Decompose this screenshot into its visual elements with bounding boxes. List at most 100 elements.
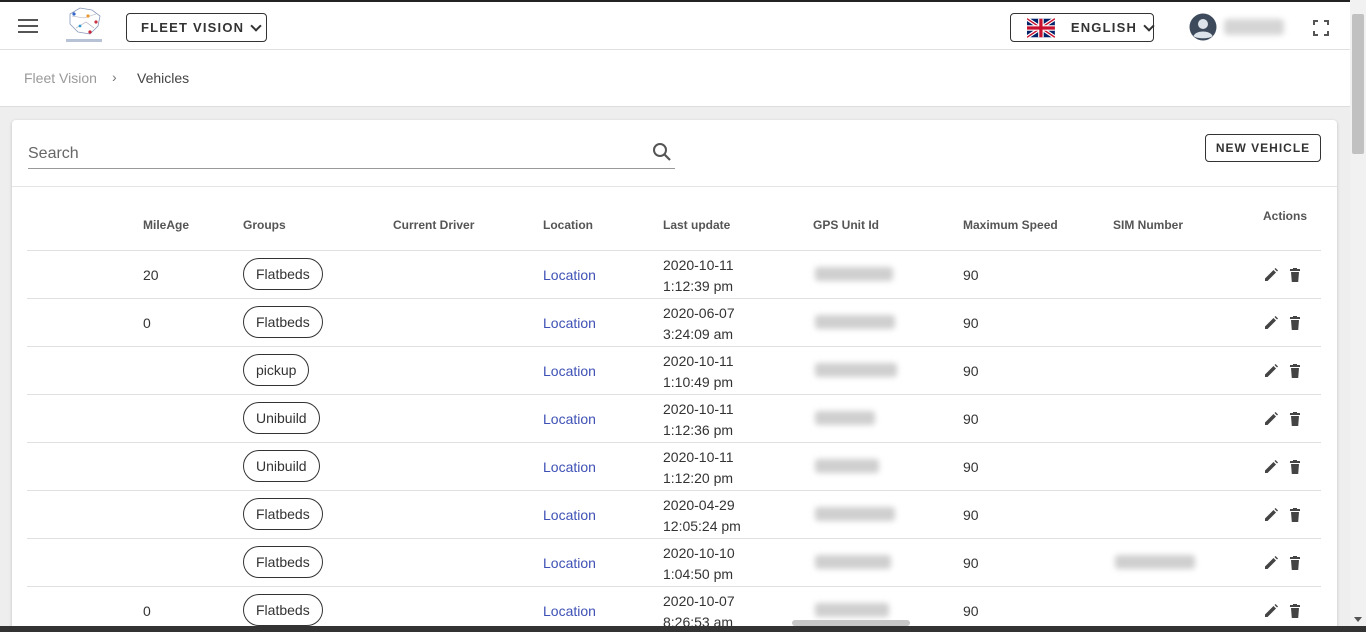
user-avatar-icon[interactable]: [1189, 13, 1217, 41]
column-header-actions: Actions: [1263, 209, 1308, 223]
column-header-gps-unit-id[interactable]: GPS Unit Id: [813, 218, 879, 232]
last-update-date: 2020-10-07: [663, 593, 735, 609]
max-speed-cell: 90: [963, 459, 979, 475]
mileage-cell: 20: [143, 267, 159, 283]
search-icon[interactable]: [652, 142, 672, 162]
group-chip[interactable]: Flatbeds: [243, 498, 323, 530]
delete-icon[interactable]: [1288, 604, 1302, 618]
fullscreen-icon[interactable]: [1313, 20, 1329, 36]
scroll-down-icon[interactable]: [1354, 617, 1362, 622]
column-header-mileage[interactable]: MileAge: [143, 218, 189, 232]
location-link[interactable]: Location: [543, 555, 596, 571]
edit-icon[interactable]: [1264, 364, 1278, 378]
gps-unit-id-redacted: [815, 603, 889, 617]
breadcrumb-current: Vehicles: [137, 70, 190, 86]
last-update-date: 2020-04-29: [663, 497, 735, 513]
last-update-date: 2020-10-10: [663, 545, 735, 561]
location-link[interactable]: Location: [543, 459, 596, 475]
last-update-time: 1:04:50 pm: [663, 566, 734, 582]
delete-icon[interactable]: [1288, 508, 1302, 522]
group-chip[interactable]: Unibuild: [243, 402, 320, 434]
last-update-cell: 2020-10-11 1:10:49 pm: [663, 351, 734, 393]
edit-icon[interactable]: [1264, 556, 1278, 570]
edit-icon[interactable]: [1264, 412, 1278, 426]
edit-icon[interactable]: [1264, 268, 1278, 282]
location-link[interactable]: Location: [543, 507, 596, 523]
group-chip[interactable]: Flatbeds: [243, 306, 323, 338]
table-row[interactable]: 20 Flatbeds Location 2020-10-11 1:12:39 p…: [27, 251, 1321, 299]
vertical-scrollbar[interactable]: [1350, 0, 1366, 632]
new-vehicle-button[interactable]: NEW VEHICLE: [1205, 134, 1321, 162]
table-row[interactable]: 0 Flatbeds Location 2020-06-07 3:24:09 am…: [27, 299, 1321, 347]
table-row[interactable]: Flatbeds Location 2020-10-10 1:04:50 pm 9…: [27, 539, 1321, 587]
location-link[interactable]: Location: [543, 267, 596, 283]
last-update-date: 2020-10-11: [663, 257, 734, 273]
user-name-redacted: [1224, 19, 1284, 35]
column-header-groups[interactable]: Groups: [243, 218, 286, 232]
divider: [12, 186, 1337, 187]
language-label: ENGLISH: [1070, 20, 1138, 35]
scrollbar-thumb[interactable]: [792, 620, 910, 626]
location-link[interactable]: Location: [543, 363, 596, 379]
gps-unit-id-redacted: [815, 411, 875, 425]
table-row[interactable]: Flatbeds Location 2020-04-29 12:05:24 pm …: [27, 491, 1321, 539]
last-update-time: 3:24:09 am: [663, 326, 734, 342]
language-selector-button[interactable]: ENGLISH: [1010, 13, 1155, 42]
last-update-time: 1:12:39 pm: [663, 278, 734, 294]
last-update-time: 12:05:24 pm: [663, 518, 741, 534]
delete-icon[interactable]: [1288, 460, 1302, 474]
chevron-down-icon: [1143, 19, 1155, 32]
breadcrumb-root-link[interactable]: Fleet Vision: [24, 70, 97, 86]
gps-unit-id-redacted: [815, 267, 893, 281]
gps-unit-id-redacted: [815, 459, 879, 473]
last-update-time: 1:10:49 pm: [663, 374, 734, 390]
max-speed-cell: 90: [963, 267, 979, 283]
vehicles-card: NEW VEHICLE MileAge Groups Current Drive…: [12, 120, 1337, 632]
last-update-date: 2020-10-11: [663, 449, 734, 465]
edit-icon[interactable]: [1264, 316, 1278, 330]
max-speed-cell: 90: [963, 555, 979, 571]
scrollbar-thumb[interactable]: [1352, 14, 1364, 154]
column-header-current-driver[interactable]: Current Driver: [393, 218, 474, 232]
last-update-date: 2020-10-11: [663, 353, 734, 369]
uk-flag-icon: [1027, 17, 1055, 38]
gps-unit-id-redacted: [815, 555, 891, 569]
column-header-maximum-speed[interactable]: Maximum Speed: [963, 218, 1058, 232]
delete-icon[interactable]: [1288, 268, 1302, 282]
max-speed-cell: 90: [963, 411, 979, 427]
location-link[interactable]: Location: [543, 315, 596, 331]
fleet-selector-label: FLEET VISION: [141, 20, 245, 35]
company-logo: [66, 7, 102, 42]
breadcrumb: Fleet Vision › Vehicles: [0, 50, 1350, 107]
fleet-selector-button[interactable]: FLEET VISION: [126, 13, 267, 42]
max-speed-cell: 90: [963, 315, 979, 331]
edit-icon[interactable]: [1264, 508, 1278, 522]
group-chip[interactable]: pickup: [243, 354, 310, 386]
horizontal-scrollbar[interactable]: [0, 620, 1366, 632]
column-header-location[interactable]: Location: [543, 218, 593, 232]
app-bar: FLEET VISION ENGLISH: [0, 0, 1350, 50]
delete-icon[interactable]: [1288, 556, 1302, 570]
menu-icon[interactable]: [18, 19, 38, 33]
table-row[interactable]: pickup Location 2020-10-11 1:10:49 pm 90: [27, 347, 1321, 395]
location-link[interactable]: Location: [543, 603, 596, 619]
location-link[interactable]: Location: [543, 411, 596, 427]
group-chip[interactable]: Flatbeds: [243, 546, 323, 578]
table-row[interactable]: Unibuild Location 2020-10-11 1:12:20 pm 9…: [27, 443, 1321, 491]
edit-icon[interactable]: [1264, 604, 1278, 618]
delete-icon[interactable]: [1288, 412, 1302, 426]
gps-unit-id-redacted: [815, 315, 895, 329]
max-speed-cell: 90: [963, 603, 979, 619]
delete-icon[interactable]: [1288, 364, 1302, 378]
table-row[interactable]: Unibuild Location 2020-10-11 1:12:36 pm 9…: [27, 395, 1321, 443]
group-chip[interactable]: Unibuild: [243, 450, 320, 482]
last-update-date: 2020-10-11: [663, 401, 734, 417]
delete-icon[interactable]: [1288, 316, 1302, 330]
edit-icon[interactable]: [1264, 460, 1278, 474]
group-chip[interactable]: Flatbeds: [243, 258, 323, 290]
group-chip[interactable]: Flatbeds: [243, 594, 323, 626]
search-input[interactable]: [28, 140, 638, 168]
chevron-down-icon: [250, 19, 262, 32]
column-header-last-update[interactable]: Last update: [663, 218, 730, 232]
column-header-sim-number[interactable]: SIM Number: [1113, 218, 1183, 232]
